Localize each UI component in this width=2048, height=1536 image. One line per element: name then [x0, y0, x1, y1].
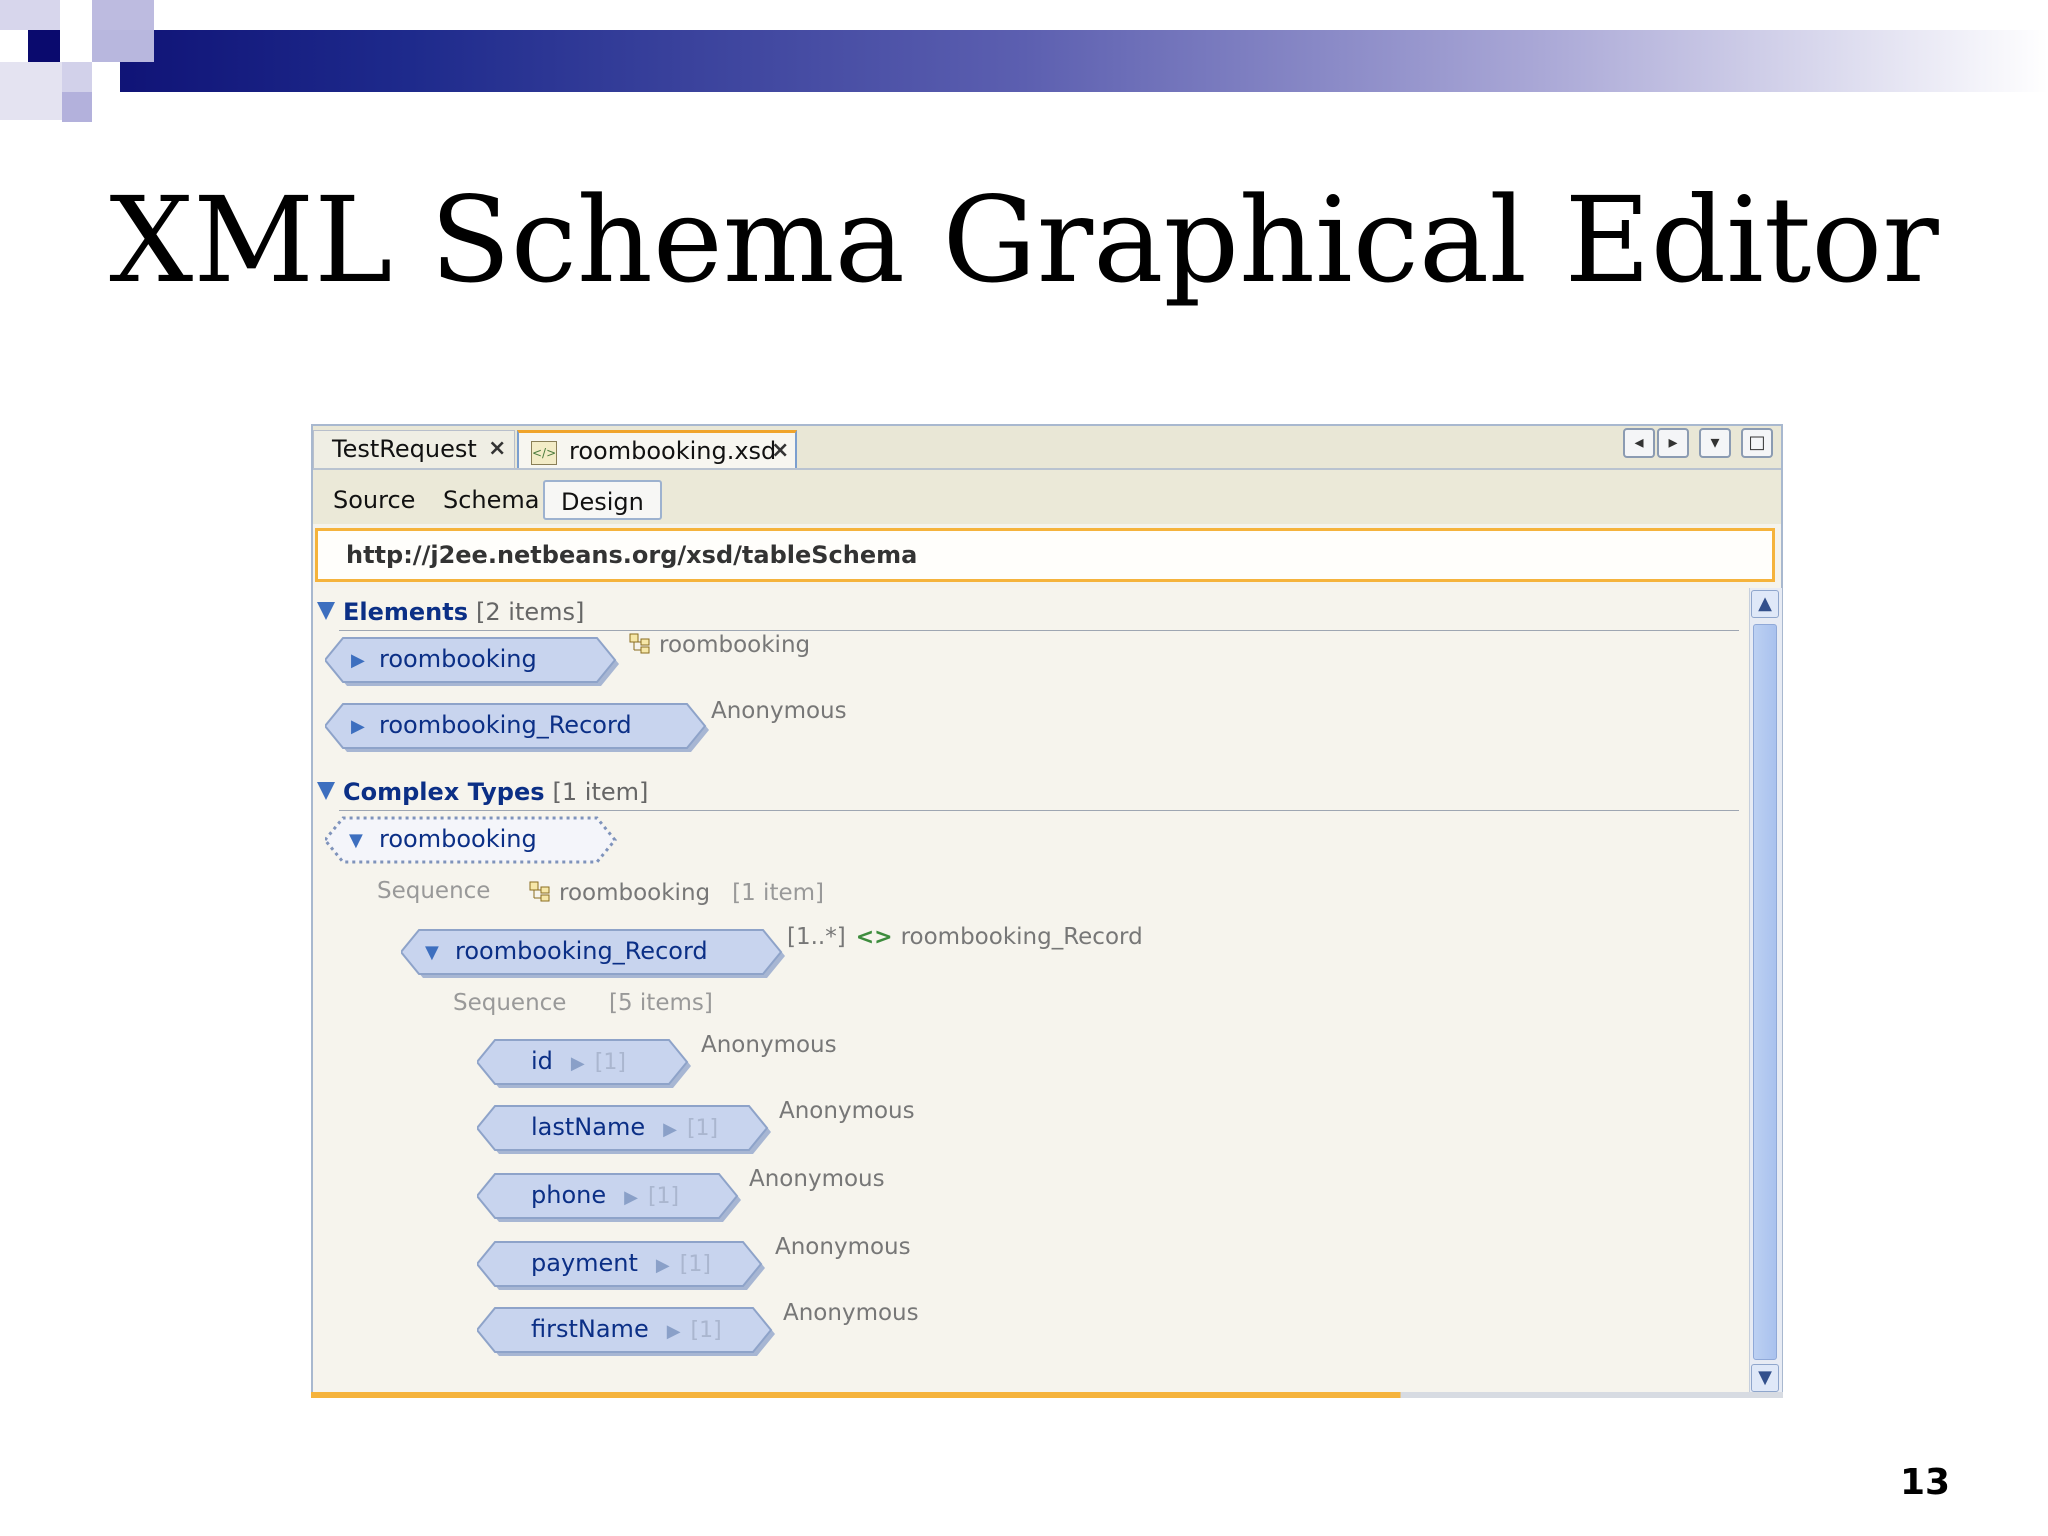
field-type: Anonymous [749, 1166, 885, 1192]
element-node-roombooking-record-nested[interactable]: ▼ roombooking_Record [401, 928, 791, 978]
field-type: Anonymous [775, 1234, 911, 1260]
slide-header-bar [0, 30, 2048, 92]
field-label: firstName [531, 1315, 649, 1343]
schema-editor-window: TestRequest × </> roombooking.xsd × ◂ ▸ … [311, 424, 1783, 1394]
complex-type-icon [529, 881, 551, 903]
type-name: roombooking [659, 632, 811, 658]
expand-arrow-icon[interactable]: ▶ [351, 716, 365, 737]
field-type: Anonymous [779, 1098, 915, 1124]
field-type: Anonymous [783, 1300, 919, 1326]
occurrence-arrow-icon: ▶ [570, 1053, 585, 1074]
collapse-arrow-icon[interactable]: ▼ [349, 830, 363, 851]
close-icon[interactable]: × [771, 433, 789, 469]
occurrence: [1] [594, 1050, 626, 1075]
field-label: payment [531, 1249, 638, 1277]
section-elements[interactable]: Elements [2 items] [313, 598, 1747, 631]
namespace-bar[interactable]: http://j2ee.netbeans.org/xsd/tableSchema [315, 528, 1775, 582]
section-divider [339, 810, 1739, 811]
complex-type-icon [629, 633, 651, 655]
section-title: Complex Types [343, 778, 545, 806]
expand-arrow-icon[interactable]: ▶ [351, 650, 365, 671]
xsd-file-icon: </> [531, 441, 557, 465]
element-type: roombooking [629, 632, 810, 658]
field-node-phone[interactable]: phone ▶ [1] [477, 1172, 747, 1222]
occurrence-arrow-icon: ▶ [655, 1255, 670, 1276]
scroll-up-button[interactable]: ▲ [1751, 590, 1779, 618]
editor-bottom-strip [311, 1392, 1783, 1398]
occurrence-arrow-icon: ▶ [624, 1187, 638, 1208]
tab-label: roombooking.xsd [569, 437, 777, 465]
occurrence: [1] [686, 1116, 719, 1141]
slide-title: XML Schema Graphical Editor [109, 171, 1939, 309]
tab-source[interactable]: Source [333, 480, 415, 520]
element-label: roombooking [379, 645, 537, 673]
header-decoration-square [0, 62, 62, 120]
field-node-lastname[interactable]: lastName ▶ [1] [477, 1104, 777, 1154]
editor-tab-strip: TestRequest × </> roombooking.xsd × ◂ ▸ … [313, 426, 1781, 470]
element-type: Anonymous [711, 698, 847, 724]
tab-design[interactable]: Design [543, 480, 662, 520]
sequence-count: [1 item] [732, 880, 824, 906]
occurrence: [1] [690, 1318, 722, 1343]
tab-schema[interactable]: Schema [443, 480, 540, 520]
multiplicity: [1..*] [787, 924, 846, 950]
field-label: lastName [531, 1113, 646, 1141]
scrollbar-thumb[interactable] [1753, 624, 1777, 1360]
section-title: Elements [343, 598, 469, 626]
field-label: id [531, 1047, 553, 1075]
occurrence: [1] [679, 1252, 711, 1277]
sequence-count: [5 items] [609, 990, 713, 1016]
element-node-roombooking[interactable]: ▶ roombooking [325, 636, 625, 686]
occurrence-arrow-icon: ▶ [663, 1119, 677, 1140]
header-decoration-square [62, 62, 92, 92]
collapse-triangle-icon[interactable] [317, 782, 335, 800]
design-canvas[interactable]: Elements [2 items] ▶ roombooking roombook… [313, 588, 1747, 1394]
document-list-button[interactable]: ▾ [1699, 428, 1731, 458]
element-label: roombooking_Record [455, 937, 708, 965]
section-divider [339, 630, 1739, 631]
sequence-name: roombooking [1 item] [529, 880, 824, 906]
complex-type-label: roombooking [379, 825, 537, 853]
type-name: roombooking [559, 880, 711, 906]
sequence-label: Sequence [453, 990, 567, 1016]
element-reference: [1..*] <> roombooking_Record [787, 924, 1143, 950]
collapse-triangle-icon[interactable] [317, 602, 335, 620]
occurrence-arrow-icon: ▶ [666, 1321, 681, 1342]
sequence-label: Sequence [377, 878, 491, 904]
field-type: Anonymous [701, 1032, 837, 1058]
tab-testrequest[interactable]: TestRequest × [313, 430, 515, 468]
scroll-tabs-right-button[interactable]: ▸ [1657, 428, 1689, 458]
header-decoration-square [62, 92, 92, 122]
scroll-tabs-left-button[interactable]: ◂ [1623, 428, 1655, 458]
section-count: [1 item] [552, 778, 649, 806]
field-node-firstname[interactable]: firstName ▶ [1] [477, 1306, 781, 1356]
section-count: [2 items] [476, 598, 585, 626]
field-node-payment[interactable]: payment ▶ [1] [477, 1240, 771, 1290]
field-label: phone [531, 1181, 607, 1209]
tab-label: TestRequest [332, 435, 477, 463]
header-decoration-square [92, 30, 154, 62]
target-namespace: http://j2ee.netbeans.org/xsd/tableSchema [346, 541, 918, 569]
reference-name: roombooking_Record [900, 924, 1143, 950]
maximize-button[interactable]: □ [1741, 428, 1773, 458]
occurrence: [1] [647, 1184, 680, 1209]
header-decoration-square [28, 30, 60, 62]
vertical-scrollbar[interactable]: ▲ ▼ [1749, 588, 1782, 1394]
element-reference-icon: <> [855, 925, 893, 950]
close-icon[interactable]: × [488, 431, 506, 467]
field-node-id[interactable]: id ▶ [1] [477, 1038, 697, 1088]
page-number: 13 [1900, 1462, 1951, 1503]
scroll-down-button[interactable]: ▼ [1751, 1364, 1779, 1392]
section-complex-types[interactable]: Complex Types [1 item] [313, 778, 1747, 811]
view-toolbar: Source Schema Design [313, 470, 1781, 524]
complex-type-node-roombooking[interactable]: ▼ roombooking [325, 816, 625, 866]
header-decoration-square [0, 0, 60, 30]
element-node-roombooking-record[interactable]: ▶ roombooking_Record [325, 702, 715, 752]
header-decoration-square [92, 0, 154, 30]
element-label: roombooking_Record [379, 711, 632, 739]
collapse-arrow-icon[interactable]: ▼ [425, 942, 439, 963]
tab-roombooking-xsd[interactable]: </> roombooking.xsd × [517, 430, 797, 468]
